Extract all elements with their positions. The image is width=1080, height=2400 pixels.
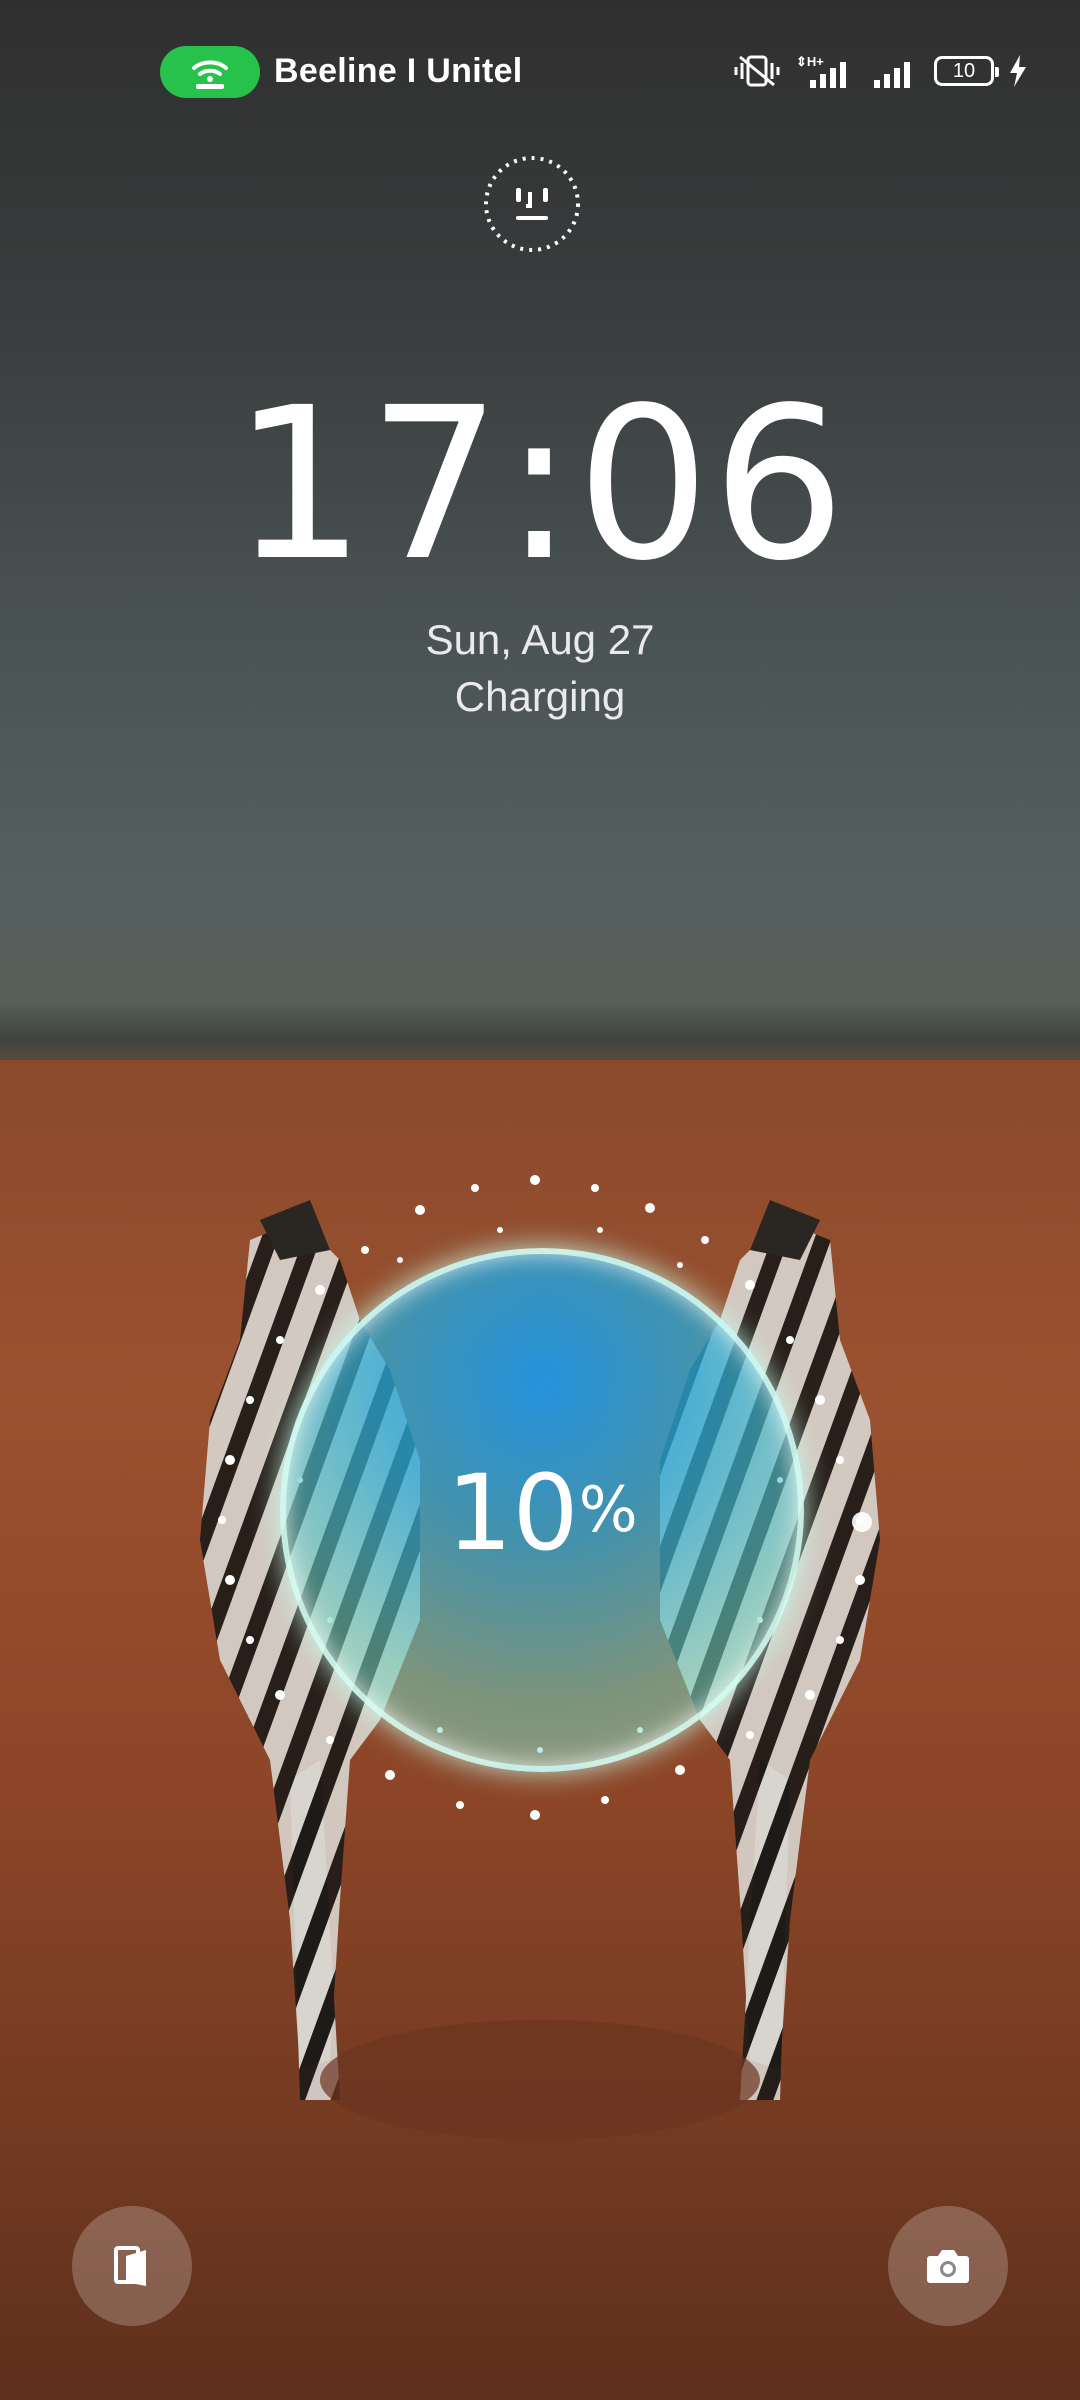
status-bar: Beeline I Unitel ⇕H+ 10: [0, 0, 1080, 140]
battery-percent: 10%: [280, 1450, 804, 1573]
status-icons: ⇕H+ 10: [732, 52, 1028, 90]
svg-text:⇕H+: ⇕H+: [796, 54, 824, 69]
camera-shortcut[interactable]: [888, 2206, 1008, 2326]
vibrate-icon: [734, 55, 780, 87]
face-unlock-icon[interactable]: [480, 152, 584, 256]
charging-bolt-icon: [1010, 55, 1026, 87]
charging-status: Charging: [454, 673, 626, 720]
carrier-name: Beeline I Unitel: [274, 52, 523, 90]
signal-h-plus-icon: ⇕H+: [796, 54, 846, 88]
card-switch-shortcut[interactable]: [72, 2206, 192, 2326]
battery-percent-sign: %: [578, 1473, 638, 1546]
battery-percent-value: 10: [446, 1452, 579, 1574]
lock-clock: 17:06: [232, 362, 848, 607]
hotspot-icon: [192, 60, 228, 89]
hotspot-indicator[interactable]: [160, 46, 260, 98]
battery-icon: 10: [934, 56, 999, 86]
signal-icon: [874, 62, 910, 88]
lock-date: Sun, Aug 27: [425, 616, 655, 663]
card-switch-icon: [114, 2246, 146, 2286]
camera-icon: [927, 2250, 969, 2283]
battery-level: 10: [952, 59, 976, 82]
